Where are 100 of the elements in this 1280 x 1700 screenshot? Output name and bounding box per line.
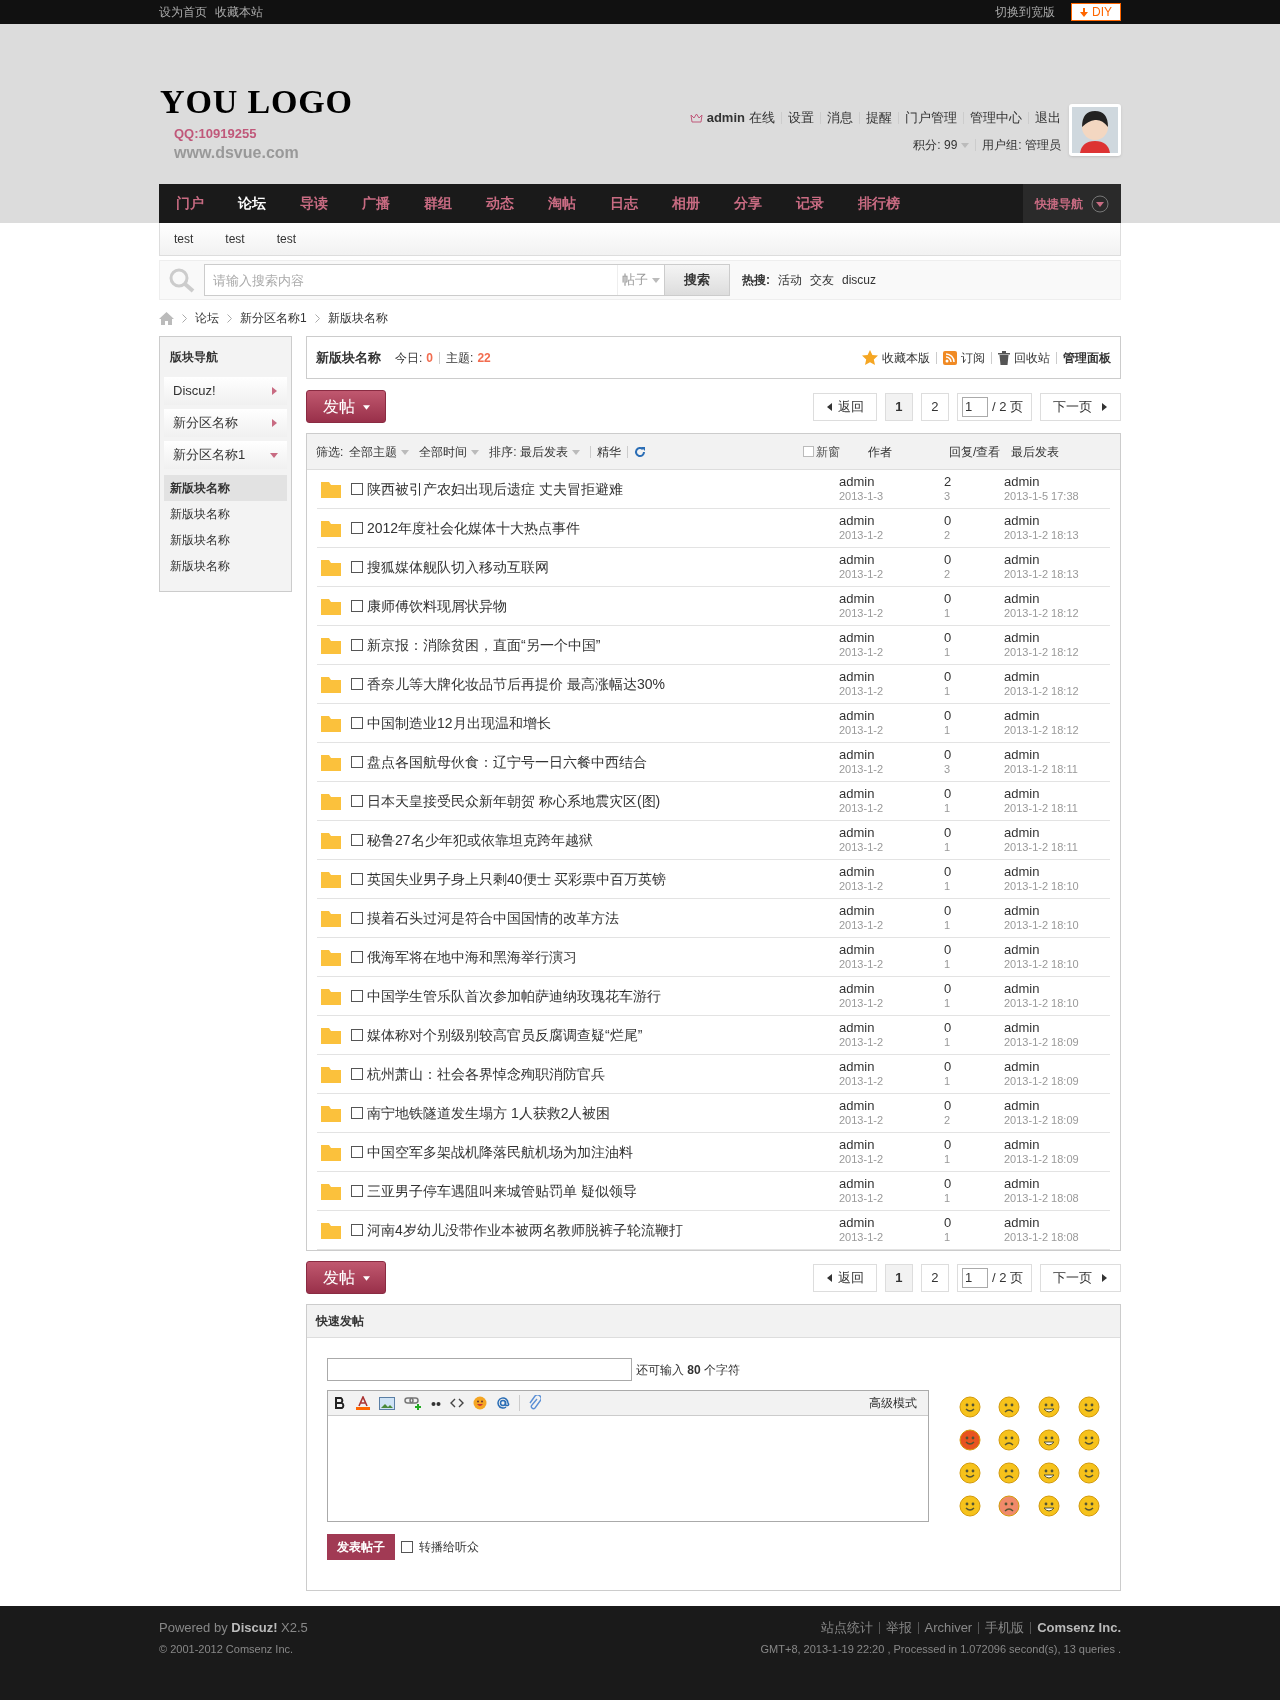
thread-author[interactable]: admin: [839, 1060, 944, 1074]
thread-checkbox[interactable]: [351, 561, 363, 573]
smiley-icon[interactable]: [1078, 1429, 1101, 1451]
last-post-author[interactable]: admin: [1004, 514, 1110, 528]
last-post-author[interactable]: admin: [1004, 748, 1110, 762]
nav-item[interactable]: 论坛: [221, 193, 283, 214]
thread-checkbox[interactable]: [351, 483, 363, 495]
filter-dropdown[interactable]: 排序: 最后发表: [489, 442, 580, 461]
last-post-author[interactable]: admin: [1004, 670, 1110, 684]
thread-checkbox[interactable]: [351, 678, 363, 690]
hot-search-link[interactable]: 交友: [810, 271, 834, 289]
thread-checkbox[interactable]: [351, 522, 363, 534]
link-icon[interactable]: [404, 1396, 422, 1410]
thread-checkbox[interactable]: [351, 951, 363, 963]
thread-checkbox[interactable]: [351, 1146, 363, 1158]
digest-filter-link[interactable]: 精华: [597, 442, 621, 461]
last-post-author[interactable]: admin: [1004, 1060, 1110, 1074]
last-post-author[interactable]: admin: [1004, 982, 1110, 996]
last-post-author[interactable]: admin: [1004, 1099, 1110, 1113]
thread-author[interactable]: admin: [839, 904, 944, 918]
thread-checkbox[interactable]: [351, 1107, 363, 1119]
new-window-checkbox[interactable]: [803, 446, 814, 457]
last-post-author[interactable]: admin: [1004, 553, 1110, 567]
thread-title[interactable]: 南宁地铁隧道发生塌方 1人获救2人被困: [367, 1102, 839, 1124]
thread-title[interactable]: 中国制造业12月出现温和增长: [367, 712, 839, 734]
search-button[interactable]: 搜索: [664, 265, 729, 295]
thread-author[interactable]: admin: [839, 982, 944, 996]
next-page-button[interactable]: 下一页: [1040, 392, 1121, 421]
smiley-icon[interactable]: [473, 1396, 487, 1410]
page-link[interactable]: 2: [920, 392, 949, 421]
user-menu-link[interactable]: 退出: [1035, 108, 1061, 128]
advanced-mode-link[interactable]: 高级模式: [868, 1394, 917, 1412]
thread-author[interactable]: admin: [839, 1216, 944, 1230]
code-icon[interactable]: [450, 1397, 464, 1409]
user-menu-link[interactable]: 门户管理: [905, 108, 957, 128]
quick-nav-button[interactable]: 快捷导航: [1023, 184, 1121, 223]
thread-checkbox[interactable]: [351, 873, 363, 885]
footer-link[interactable]: 站点统计: [820, 1618, 873, 1638]
last-post-author[interactable]: admin: [1004, 787, 1110, 801]
footer-link[interactable]: 手机版: [985, 1618, 1025, 1638]
forum-action-link[interactable]: 管理面板: [1063, 348, 1111, 367]
nav-item[interactable]: 群组: [407, 193, 469, 214]
nav-item[interactable]: 排行榜: [841, 193, 917, 214]
thread-title[interactable]: 香奈儿等大牌化妆品节后再提价 最高涨幅达30%: [367, 673, 839, 695]
top-link[interactable]: 设为首页: [159, 3, 207, 21]
refresh-icon[interactable]: [634, 445, 646, 458]
smiley-icon[interactable]: [958, 1495, 981, 1517]
smiley-icon[interactable]: [998, 1429, 1021, 1451]
thread-author[interactable]: admin: [839, 865, 944, 879]
thread-title[interactable]: 摸着石头过河是符合中国国情的改革方法: [367, 907, 839, 929]
top-link[interactable]: 收藏本站: [215, 3, 263, 21]
thread-author[interactable]: admin: [839, 592, 944, 606]
page-link[interactable]: 2: [920, 1263, 949, 1292]
page-link[interactable]: 1: [884, 392, 913, 421]
thread-title[interactable]: 中国学生管乐队首次参加帕萨迪纳玫瑰花车游行: [367, 985, 839, 1007]
site-logo[interactable]: YOU LOGO: [160, 82, 353, 122]
share-checkbox[interactable]: [401, 1541, 413, 1553]
smiley-icon[interactable]: [998, 1462, 1021, 1484]
sub-nav-link[interactable]: test: [174, 230, 194, 248]
avatar[interactable]: [1069, 104, 1121, 156]
thread-checkbox[interactable]: [351, 990, 363, 1002]
thread-checkbox[interactable]: [351, 1029, 363, 1041]
last-post-author[interactable]: admin: [1004, 592, 1110, 606]
sidebar-item[interactable]: 新版块名称: [164, 475, 287, 501]
thread-author[interactable]: admin: [839, 748, 944, 762]
thread-author[interactable]: admin: [839, 553, 944, 567]
last-post-author[interactable]: admin: [1004, 631, 1110, 645]
sidebar-item[interactable]: 新版块名称: [164, 527, 287, 553]
thread-author[interactable]: admin: [839, 787, 944, 801]
nav-item[interactable]: 记录: [779, 193, 841, 214]
smiley-icon[interactable]: [958, 1396, 981, 1418]
last-post-author[interactable]: admin: [1004, 943, 1110, 957]
thread-checkbox[interactable]: [351, 717, 363, 729]
user-menu-link[interactable]: 消息: [827, 108, 853, 128]
last-post-author[interactable]: admin: [1004, 1138, 1110, 1152]
image-icon[interactable]: [379, 1396, 395, 1410]
forum-action-link[interactable]: 订阅: [943, 348, 985, 367]
back-button[interactable]: 返回: [812, 392, 877, 421]
breadcrumb-link[interactable]: 新分区名称1: [240, 309, 307, 327]
last-post-author[interactable]: admin: [1004, 1177, 1110, 1191]
thread-title[interactable]: 河南4岁幼儿没带作业本被两名教师脱裤子轮流鞭打: [367, 1219, 839, 1241]
thread-checkbox[interactable]: [351, 600, 363, 612]
back-button[interactable]: 返回: [812, 1263, 877, 1292]
smiley-icon[interactable]: [998, 1396, 1021, 1418]
nav-item[interactable]: 动态: [469, 193, 531, 214]
thread-author[interactable]: admin: [839, 475, 944, 489]
hot-search-link[interactable]: 活动: [778, 271, 802, 289]
last-post-author[interactable]: admin: [1004, 1216, 1110, 1230]
next-page-button[interactable]: 下一页: [1040, 1263, 1121, 1292]
page-link[interactable]: 1: [884, 1263, 913, 1292]
username-link[interactable]: admin: [706, 108, 745, 128]
bold-icon[interactable]: [333, 1396, 347, 1410]
smiley-icon[interactable]: [1038, 1396, 1061, 1418]
thread-title[interactable]: 搜狐媒体舰队切入移动互联网: [367, 556, 839, 578]
smiley-icon[interactable]: [1078, 1396, 1101, 1418]
thread-title[interactable]: 媒体称对个别级别较高官员反腐调查疑“烂尾”: [367, 1024, 839, 1046]
nav-item[interactable]: 相册: [655, 193, 717, 214]
thread-author[interactable]: admin: [839, 631, 944, 645]
thread-title[interactable]: 秘鲁27名少年犯或依靠坦克跨年越狱: [367, 829, 839, 851]
last-post-author[interactable]: admin: [1004, 475, 1110, 489]
